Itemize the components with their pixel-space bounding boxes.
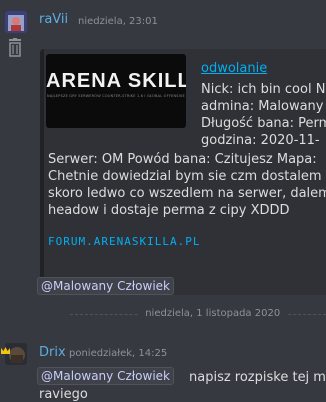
- timestamp: poniedziałek, 14:25: [69, 348, 168, 359]
- avatar[interactable]: [5, 11, 27, 33]
- user-mention[interactable]: @Malowany Człowiek: [37, 367, 174, 385]
- embed-description-line: skoro ledwo co wszedlem na serwer, dalem: [48, 186, 326, 201]
- embed-description-line: headow i dostaje perma z cipy XDDD: [48, 203, 290, 218]
- message-text: raviego: [39, 387, 88, 402]
- owner-crown: [1, 339, 10, 354]
- embed-accent-bar: [40, 49, 44, 295]
- embed-description-line: Nick: ich bin cool N: [201, 82, 326, 97]
- embed-description-line: Długość bana: Perm: [201, 116, 326, 131]
- embed-description-line: admina: Malowany: [201, 99, 324, 114]
- date-divider: niedziela, 1 listopada 2020: [70, 308, 326, 319]
- embed-thumbnail-subtitle: NAJLEPSZE GRY SERWERÓW COUNTER-STRIKE 1.…: [47, 94, 185, 98]
- delete-button[interactable]: [6, 38, 24, 58]
- embed-thumbnail-logo: ARENA SKILLA: [46, 70, 186, 92]
- user-mention[interactable]: @Malowany Człowiek: [37, 277, 174, 295]
- embed-description-line: Serwer: OM Powód bana: Czitujesz Mapa:: [48, 152, 317, 167]
- link-embed: ARENA SKILLA NAJLEPSZE GRY SERWERÓW COUN…: [40, 49, 326, 295]
- author-name[interactable]: raVii: [39, 12, 68, 27]
- embed-footer-link[interactable]: FORUM.ARENASKILLA.PL: [48, 235, 200, 248]
- author-name[interactable]: Drix: [39, 345, 66, 360]
- embed-title-link[interactable]: odwolanie: [201, 61, 267, 76]
- embed-description-line: Chetnie dowiedzial bym sie czm dostalem: [48, 169, 322, 184]
- trash-icon: [9, 38, 21, 57]
- embed-description-line: godzina: 2020-11-: [201, 133, 320, 148]
- date-divider-label: niedziela, 1 listopada 2020: [139, 308, 287, 319]
- message-text: napisz rozpiske tej m: [189, 370, 326, 385]
- crown-icon: [1, 347, 10, 354]
- timestamp: niedziela, 23:01: [78, 16, 158, 27]
- avatar-icon: [5, 11, 27, 33]
- embed-thumbnail[interactable]: ARENA SKILLA NAJLEPSZE GRY SERWERÓW COUN…: [46, 54, 186, 128]
